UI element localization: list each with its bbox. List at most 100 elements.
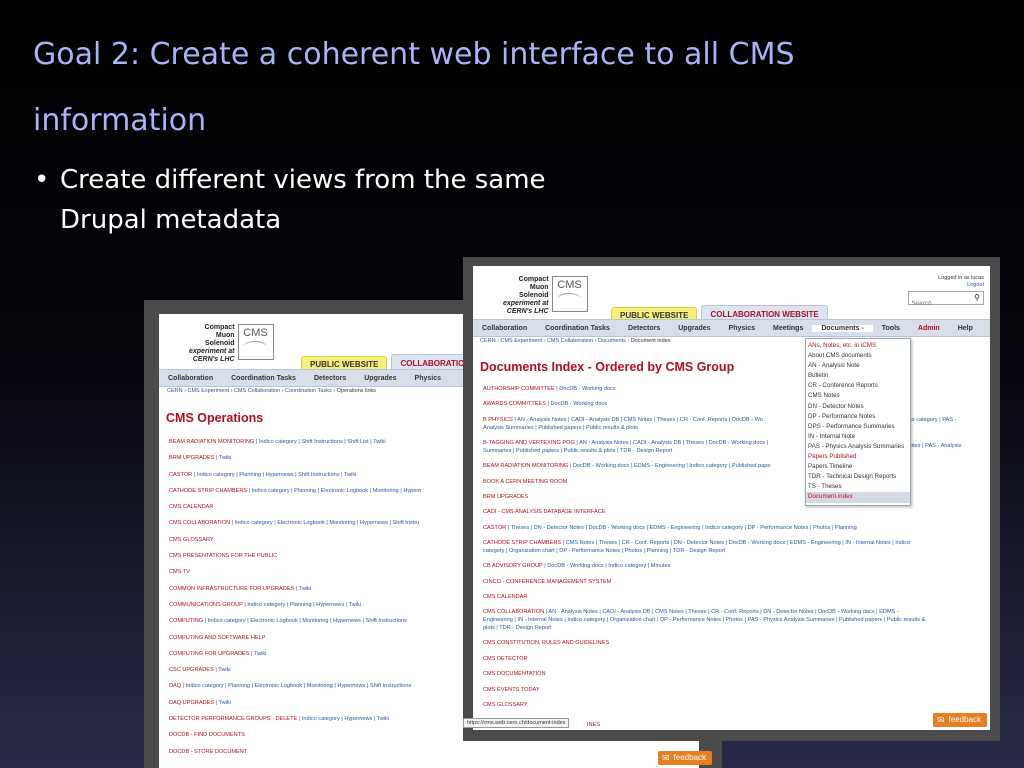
group-link[interactable]: COMPUTING — [169, 618, 203, 624]
dropdown-item[interactable]: About CMS documents — [806, 351, 910, 361]
breadcrumb-link[interactable]: CMS Collaboration — [234, 388, 280, 394]
group-link[interactable]: CASTOR — [169, 472, 192, 478]
search-icon[interactable]: ⚲ — [974, 293, 980, 302]
breadcrumb-link[interactable]: CMS Experiment — [500, 338, 542, 344]
group-link[interactable]: DOCDB - STORE DOCUMENT — [169, 749, 247, 755]
breadcrumb-link[interactable]: CMS Collaboration — [547, 338, 593, 344]
nav-item-admin[interactable]: Admin — [909, 325, 949, 332]
group-link[interactable]: CMS CALENDAR — [483, 594, 527, 600]
dropdown-item[interactable]: Papers Timeline — [806, 462, 910, 472]
resource-links[interactable]: Twiki — [299, 586, 311, 592]
group-link[interactable]: CATHODE STRIP CHAMBERS — [483, 540, 561, 546]
breadcrumb-link[interactable]: CERN — [167, 388, 183, 394]
group-link[interactable]: CMS DETECTOR — [483, 656, 528, 662]
dropdown-item[interactable]: ANs, Notes, etc. in iCMS — [806, 341, 910, 351]
resource-links[interactable]: Indico category | Planning | Electronic … — [252, 488, 422, 494]
group-link[interactable]: COMPUTING AND SOFTWARE HELP — [169, 635, 265, 641]
group-link[interactable]: CADI - CMS ANALYSIS DATABASE INTERFACE — [483, 509, 605, 515]
group-link[interactable]: CMS CALENDAR — [169, 504, 213, 510]
group-link[interactable]: COMPUTING FOR UPGRADES — [169, 651, 250, 657]
feedback-button[interactable]: ✉ feedback — [933, 713, 988, 727]
resource-links[interactable]: Twiki — [219, 700, 231, 706]
group-link[interactable]: CB ADVISORY GROUP — [483, 563, 543, 569]
nav-item-upgrades[interactable]: Upgrades — [355, 375, 405, 382]
dropdown-item[interactable]: Papers Published — [806, 452, 910, 462]
resource-links[interactable]: AN - Analysis Notes | CADI - Analysis DB… — [517, 417, 763, 423]
group-link[interactable]: CASTOR — [483, 525, 506, 531]
group-link[interactable]: CMS TV — [169, 569, 190, 575]
group-link[interactable]: B PHYSICS — [483, 417, 513, 423]
group-link[interactable]: COMMON INFRASTRUCTURE FOR UPGRADES — [169, 586, 294, 592]
nav-item-physics[interactable]: Physics — [406, 375, 450, 382]
group-link[interactable]: BRM UPGRADES — [483, 494, 528, 500]
group-link[interactable]: CMS COLLABORATION — [483, 609, 544, 615]
breadcrumb-link[interactable]: CERN — [480, 338, 496, 344]
group-link[interactable]: CMS CONSTITUTION, RULES AND GUIDELINES — [483, 640, 609, 646]
resource-links[interactable]: Indico category | Planning | Electronic … — [186, 683, 412, 689]
nav-item-coordination-tasks[interactable]: Coordination Tasks — [536, 325, 619, 332]
resource-links[interactable]: CMS Notes | Theses | CR - Conf. Reports … — [566, 540, 910, 546]
group-link[interactable]: CMS EVENTS TODAY — [483, 687, 540, 693]
resource-links[interactable]: Indico category | Planning | Hypernews |… — [197, 472, 357, 478]
group-link[interactable]: CSC UPGRADES — [169, 667, 214, 673]
dropdown-item[interactable]: DPS - Performance Summaries — [806, 422, 910, 432]
resource-links[interactable]: category | Organization chart | DP - Per… — [483, 548, 725, 554]
nav-item-meetings[interactable]: Meetings — [764, 325, 812, 332]
breadcrumb-link[interactable]: CMS Experiment — [187, 388, 229, 394]
group-link[interactable]: CMS DOCUMENTATION — [483, 671, 546, 677]
cms-logo[interactable]: Compact Muon Solenoid experiment at CERN… — [503, 276, 588, 316]
nav-item-detectors[interactable]: Detectors — [619, 325, 669, 332]
logout-link[interactable]: Logout — [938, 282, 984, 289]
resource-links[interactable]: AN - Analysis Notes | CADI - Analysis DB… — [579, 440, 768, 446]
group-link[interactable]: BRM UPGRADES — [169, 455, 214, 461]
resource-links[interactable]: Twiki — [219, 455, 231, 461]
group-link[interactable]: CINCO - CONFERENCE MANAGEMENT SYSTEM — [483, 579, 611, 585]
resource-links[interactable]: Indico category | Electronic Logbook | M… — [235, 520, 420, 526]
resource-links[interactable]: Indico category | Hypernews | Twiki — [302, 716, 389, 722]
search-input[interactable] — [909, 297, 971, 310]
nav-item-coordination-tasks[interactable]: Coordination Tasks — [222, 375, 305, 382]
resource-links[interactable]: DocDB - Working docs — [559, 386, 615, 392]
resource-links[interactable]: Indico category | Planning | Hypernews |… — [247, 602, 361, 608]
resource-links[interactable]: Theses | DN - Detector Notes | DocDB - W… — [511, 525, 857, 531]
group-link[interactable]: BEAM RADIATION MONITORING — [483, 463, 568, 469]
dropdown-item[interactable]: TDR - Technical Design Reports — [806, 472, 910, 482]
resource-links[interactable]: Twiki — [254, 651, 266, 657]
dropdown-item[interactable]: DN - Detector Notes — [806, 402, 910, 412]
resource-links[interactable]: Indico category | Electronic Logbook | M… — [208, 618, 407, 624]
resource-links[interactable]: DocDB - Working docs | Indico category |… — [547, 563, 670, 569]
resource-links[interactable]: DocDB - Working docs — [551, 401, 607, 407]
group-link[interactable]: CMS COLLABORATION — [169, 520, 230, 526]
group-link[interactable]: CATHODE STRIP CHAMBERS — [169, 488, 247, 494]
dropdown-item[interactable]: Bulletin — [806, 371, 910, 381]
breadcrumb-link[interactable]: Documents — [598, 338, 626, 344]
nav-item-detectors[interactable]: Detectors — [305, 375, 355, 382]
group-link[interactable]: COMMUNICATIONS GROUP — [169, 602, 243, 608]
group-link[interactable]: AWARDS COMMITTEES — [483, 401, 546, 407]
nav-item-tools[interactable]: Tools — [873, 325, 909, 332]
group-link[interactable]: DAQ — [169, 683, 181, 689]
group-link[interactable]: CMS GLOSSARY — [169, 537, 214, 543]
resource-links[interactable]: plots | TDR - Design Report — [483, 625, 552, 631]
group-link[interactable]: B-TAGGING AND VERTEXING POG — [483, 440, 575, 446]
nav-item-collaboration[interactable]: Collaboration — [159, 375, 222, 382]
nav-item-collaboration[interactable]: Collaboration — [473, 325, 536, 332]
group-link[interactable]: BEAM RADIATION MONITORING — [169, 439, 254, 445]
dropdown-item[interactable]: IN - Internal Note — [806, 432, 910, 442]
dropdown-item[interactable]: DP - Performance Notes — [806, 412, 910, 422]
dropdown-item[interactable]: CR - Conference Reports — [806, 381, 910, 391]
resource-links[interactable]: Engineering | IN - Internal Notes | Indi… — [483, 617, 925, 623]
nav-item-documents[interactable]: Documents - — [812, 324, 873, 332]
feedback-button[interactable]: ✉ feedback — [658, 751, 713, 765]
resource-links[interactable]: DocDB - Working docs | EDMS - Engineerin… — [573, 463, 771, 469]
resource-links[interactable]: AN - Analysis Notes | CADI - Analysis DB… — [548, 609, 898, 615]
dropdown-item[interactable]: TS - Theses — [806, 482, 910, 492]
resource-links[interactable]: Indico category | Shift Instructions | S… — [259, 439, 386, 445]
dropdown-item[interactable]: CMS Notes — [806, 391, 910, 401]
cms-logo[interactable]: Compact Muon Solenoid experiment at CERN… — [189, 324, 274, 364]
nav-item-upgrades[interactable]: Upgrades — [669, 325, 719, 332]
dropdown-item[interactable]: Document index — [806, 492, 910, 503]
group-link[interactable]: DETECTOR PERFORMANCE GROUPS - DELETE — [169, 716, 297, 722]
resource-links[interactable]: Analysis Summaries | Published papers | … — [483, 425, 638, 431]
nav-item-physics[interactable]: Physics — [720, 325, 764, 332]
